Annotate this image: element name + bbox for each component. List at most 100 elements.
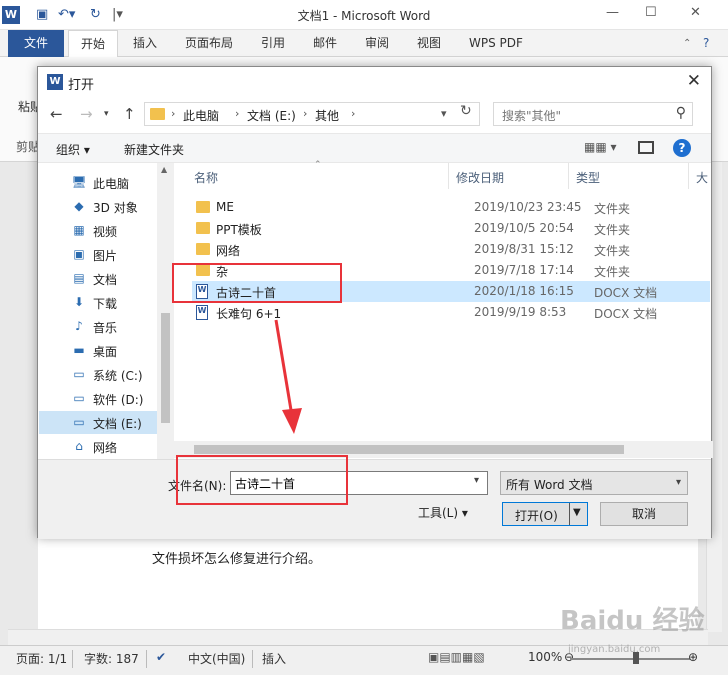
search-icon[interactable]: ⚲ (676, 105, 686, 121)
column-divider[interactable] (448, 163, 449, 189)
nav-item-label: 图片 (93, 249, 118, 263)
nav-item[interactable]: ▦ 视频 (39, 219, 157, 242)
tab-references[interactable]: 引用 (261, 30, 285, 57)
column-divider[interactable] (568, 163, 569, 189)
divider (72, 650, 73, 668)
file-row[interactable]: ME 2019/10/23 23:45 文件夹 (192, 197, 710, 218)
file-row[interactable]: 网络 2019/8/31 15:12 文件夹 (192, 239, 710, 260)
tab-page-layout[interactable]: 页面布局 (185, 30, 233, 57)
tab-wps-pdf[interactable]: WPS PDF (469, 30, 523, 57)
insert-mode-indicator[interactable]: 插入 (262, 650, 286, 667)
help-icon[interactable]: ? (673, 139, 691, 157)
proofing-icon[interactable]: ✔ (156, 650, 166, 664)
refresh-icon[interactable]: ↻ (460, 103, 472, 119)
chevron-right-icon[interactable]: › (303, 107, 307, 120)
dialog-close-icon[interactable]: ✕ (687, 71, 701, 91)
folder-icon (196, 201, 210, 213)
address-dropdown-icon[interactable]: ▾ (441, 107, 447, 120)
redo-icon[interactable]: ↻ (90, 7, 101, 22)
print-layout-icon[interactable]: ▣▤▥▦▧ (428, 650, 485, 664)
nav-item[interactable]: 🖥 此电脑 (39, 171, 157, 194)
nav-item[interactable]: ⬇ 下载 (39, 291, 157, 314)
close-icon[interactable]: ✕ (690, 5, 701, 20)
nav-item[interactable]: ⌂ 网络 (39, 435, 157, 458)
baidu-watermark: Baidu 经验 (560, 606, 705, 636)
nav-item[interactable]: ▭ 文档 (E:) (39, 411, 157, 434)
minimize-icon[interactable]: — (606, 5, 619, 20)
tools-button[interactable]: 工具(L) ▾ (418, 504, 468, 521)
chevron-right-icon[interactable]: › (171, 107, 175, 120)
file-date: 2019/10/23 23:45 (474, 200, 582, 214)
column-size[interactable]: 大 (696, 169, 708, 186)
column-name[interactable]: 名称 (194, 169, 218, 186)
desktop-icon: ▬ (73, 343, 85, 357)
navigation-scrollbar[interactable]: ▲ (157, 163, 174, 459)
chevron-right-icon[interactable]: › (351, 107, 355, 120)
collapse-ribbon-icon[interactable]: ⌃ (683, 30, 691, 57)
recent-locations-icon[interactable]: ▾ (104, 109, 109, 119)
zoom-level[interactable]: 100% (528, 650, 562, 664)
nav-item[interactable]: ♪ 音乐 (39, 315, 157, 338)
save-icon[interactable]: ▣ (36, 7, 48, 22)
nav-item[interactable]: ▬ 桌面 (39, 339, 157, 362)
nav-item[interactable]: ▤ 文档 (39, 267, 157, 290)
page-count[interactable]: 页面: 1/1 (16, 650, 67, 667)
zoom-slider[interactable] (570, 658, 690, 660)
cancel-button[interactable]: 取消 (600, 502, 688, 526)
scroll-up-icon[interactable]: ▲ (161, 165, 167, 174)
zoom-in-icon[interactable]: ⊕ (688, 650, 698, 664)
help-icon[interactable]: ? (703, 30, 709, 57)
nav-item[interactable]: ▭ 软件 (D:) (39, 387, 157, 410)
column-divider[interactable] (688, 163, 689, 189)
search-input[interactable]: 搜索"其他" ⚲ (493, 102, 693, 126)
network-icon: ⌂ (75, 439, 83, 453)
up-arrow-icon[interactable]: ↑ (123, 105, 136, 123)
tab-file[interactable]: 文件 (8, 30, 64, 57)
word-count[interactable]: 字数: 187 (84, 650, 139, 667)
file-date: 2019/7/18 17:14 (474, 263, 574, 277)
breadcrumb-other[interactable]: 其他 (315, 107, 339, 124)
column-date[interactable]: 修改日期 (456, 169, 504, 186)
tab-home[interactable]: 开始 (68, 30, 118, 57)
tab-view[interactable]: 视图 (417, 30, 441, 57)
address-bar[interactable]: › 此电脑 › 文档 (E:) › 其他 › ▾ (144, 102, 480, 126)
file-date: 2020/1/18 16:15 (474, 284, 574, 298)
navigation-row: ← → ▾ ↑ › 此电脑 › 文档 (E:) › 其他 › ▾ ↻ 搜索"其他… (38, 99, 711, 131)
nav-item[interactable]: ◆ 3D 对象 (39, 195, 157, 218)
tab-insert[interactable]: 插入 (133, 30, 157, 57)
breadcrumb-this-pc[interactable]: 此电脑 (183, 107, 219, 124)
preview-pane-icon[interactable] (638, 141, 654, 154)
back-arrow-icon[interactable]: ← (50, 105, 63, 123)
new-folder-button[interactable]: 新建文件夹 (124, 141, 184, 158)
document-icon: ▤ (73, 271, 85, 285)
navigation-pane: 🖥 此电脑 ◆ 3D 对象 ▦ 视频 ▣ 图片 ▤ 文档 ⬇ 下载 ♪ 音乐 ▬ 桌面 ▭ 系统 (C:) ▭ 软件 … (39, 163, 174, 459)
breadcrumb-drive-e[interactable]: 文档 (E:) (247, 107, 296, 124)
customize-qat-icon[interactable]: |▾ (112, 7, 123, 22)
undo-icon[interactable]: ↶▾ (58, 7, 75, 22)
tab-mailings[interactable]: 邮件 (313, 30, 337, 57)
chevron-down-icon: ▾ (675, 477, 681, 488)
ribbon-tabs: 文件 开始 插入 页面布局 引用 邮件 审阅 视图 WPS PDF ⌃ ? (0, 30, 728, 57)
nav-item[interactable]: ▭ 系统 (C:) (39, 363, 157, 386)
file-name: PPT模板 (216, 223, 262, 237)
organize-button[interactable]: 组织 ▾ (56, 141, 90, 158)
column-type[interactable]: 类型 (576, 169, 600, 186)
filename-dropdown-icon[interactable]: ▾ (474, 475, 479, 486)
divider (252, 650, 253, 668)
language-indicator[interactable]: 中文(中国) (188, 650, 245, 667)
nav-item[interactable]: ▣ 图片 (39, 243, 157, 266)
scrollbar-thumb[interactable] (161, 313, 170, 423)
column-header: ⌃ 名称 修改日期 类型 大 (174, 160, 713, 189)
forward-arrow-icon[interactable]: → (80, 105, 93, 123)
file-list: ⌃ 名称 修改日期 类型 大 ME 2019/10/23 23:45 文件夹 PPT模… (174, 160, 713, 459)
file-type-select[interactable]: 所有 Word 文档 ▾ (500, 471, 688, 495)
chevron-right-icon[interactable]: › (235, 107, 239, 120)
scrollbar-thumb[interactable] (194, 445, 624, 454)
change-view-icon[interactable]: ▦▦ ▾ (584, 140, 617, 154)
open-options-icon[interactable]: ▼ (573, 507, 581, 518)
document-text: 文件损坏怎么修复进行介绍。 (152, 552, 322, 567)
open-button[interactable]: 打开(O) ▼ (502, 502, 588, 526)
tab-review[interactable]: 审阅 (365, 30, 389, 57)
file-row[interactable]: PPT模板 2019/10/5 20:54 文件夹 (192, 218, 710, 239)
maximize-icon[interactable]: ☐ (645, 5, 657, 20)
